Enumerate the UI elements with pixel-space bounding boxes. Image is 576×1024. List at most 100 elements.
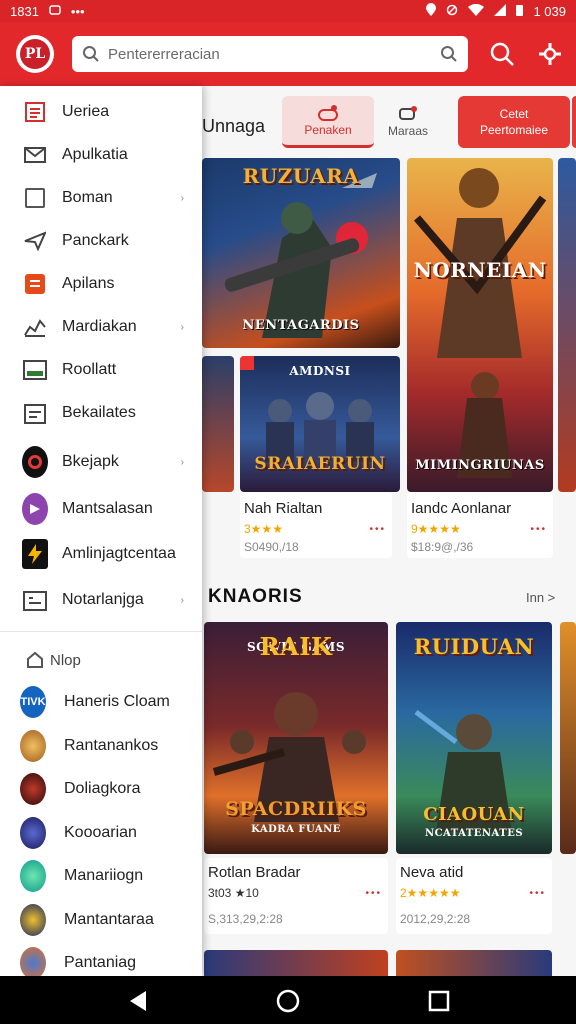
drawer-item[interactable]: Boman › — [0, 178, 202, 218]
gamepad-icon — [318, 104, 338, 121]
featured-card[interactable]: AMDNSI SRAIAERUIN — [240, 356, 400, 492]
game-tile[interactable]: Iandc Aonlanar 9★★★★ ••• $18:9@,/36 — [407, 492, 553, 558]
game-price: 2012,29,2:28 — [400, 912, 471, 926]
featured-title: AMDNSI — [289, 364, 351, 378]
drawer-app-label: Doliagkora — [64, 780, 141, 797]
drawer-app-item[interactable]: TIVK Haneris Cloam — [0, 682, 202, 722]
featured-card[interactable]: NORNEIAN MIMINGRIUNAS — [407, 158, 553, 492]
chevron-right-icon: › — [180, 594, 184, 606]
drawer-item[interactable]: Apilans — [0, 264, 202, 304]
back-icon[interactable] — [128, 990, 148, 1012]
tab-peertomaiee-line2: Peertomaiee — [479, 123, 549, 137]
mail-icon — [22, 142, 48, 168]
drawer-app-label: Pantaniag — [64, 954, 137, 971]
game-tile[interactable]: Nah Rialtan 3★★★ ••• S0490,/18 — [240, 492, 392, 558]
game-tile[interactable]: Rotlan Bradar 3t03 ★10 ••• S,313,29,2:28 — [204, 858, 388, 934]
game-price: $18:9@,/36 — [411, 540, 474, 554]
drawer-item[interactable]: Ueriea — [0, 92, 202, 132]
drawer-item[interactable]: Bkejapk › — [0, 442, 202, 482]
section-more-link[interactable]: Inn > — [526, 590, 555, 605]
settings-button[interactable] — [536, 40, 564, 68]
app-avatar — [20, 904, 46, 936]
vibrate-icon — [446, 4, 458, 19]
drawer-app-item[interactable]: Rantanankos — [0, 726, 202, 766]
tab-overflow[interactable] — [572, 96, 576, 148]
drawer-item[interactable]: Panckark — [0, 221, 202, 261]
drawer-item[interactable]: Amlinjagtcentaa — [0, 534, 202, 574]
featured-card-edge[interactable] — [558, 158, 576, 492]
game-art-sub: KADRA FUANE — [251, 824, 341, 835]
app-avatar-badge: TIVK — [20, 686, 46, 718]
game-art-title: RUIDUAN — [413, 634, 535, 659]
drawer-item[interactable]: Mantsalasan — [0, 489, 202, 529]
tab-maraas[interactable]: Maraas — [376, 96, 440, 148]
drawer-app-label: Rantanankos — [64, 737, 159, 754]
tab-peertomaiee[interactable]: Cetet Peertomaiee — [458, 96, 570, 148]
home-icon — [22, 647, 48, 673]
featured-card-partial[interactable] — [202, 356, 234, 492]
notification-icon — [49, 4, 61, 19]
search-icon — [83, 46, 99, 62]
tab-penaken-label: Penaken — [304, 122, 352, 137]
section-title: KNAORIS — [208, 586, 303, 607]
search-bar[interactable]: Pentererreracian — [72, 36, 468, 72]
app-avatar — [20, 730, 46, 762]
game-art-card-peek[interactable] — [204, 950, 388, 976]
drawer-app-item[interactable]: Pantaniag — [0, 943, 202, 976]
game-rating: 3t03 ★10 — [208, 886, 259, 900]
drawer-item-label: Notarlanjga — [62, 591, 144, 608]
drawer-section-label: Nlop — [50, 651, 81, 669]
app-bar: PL Pentererreracian — [0, 22, 576, 86]
game-name: Neva atid — [400, 864, 464, 881]
recents-icon[interactable] — [428, 990, 450, 1012]
more-dots-icon[interactable]: ••• — [530, 524, 547, 535]
game-art-card-peek[interactable] — [396, 950, 552, 976]
drawer-item-label: Roollatt — [62, 361, 117, 378]
system-nav-bar — [0, 976, 576, 1024]
drawer-app-label: Haneris Cloam — [64, 693, 170, 710]
apps-icon — [22, 271, 48, 297]
drawer-item[interactable]: Notarlanjga › — [0, 580, 202, 620]
game-tile[interactable]: Neva atid 2★★★★★ ••• 2012,29,2:28 — [396, 858, 552, 934]
featured-title: RUZUARA — [242, 164, 360, 188]
gear-icon — [539, 43, 561, 65]
more-dots-icon[interactable]: ••• — [369, 524, 386, 535]
game-art-card[interactable]: RUIDUAN CIAOUAN NCATATENATES — [396, 622, 552, 854]
game-price: S0490,/18 — [244, 540, 299, 554]
drawer-app-label: Mantantaraa — [64, 911, 154, 928]
drawer-item-label: Mardiakan — [62, 318, 137, 335]
game-art-card[interactable]: SOWIE GAMS RAIK SPACDRIIKS KADRA FUANE — [204, 622, 388, 854]
game-rating: 9★★★★ — [411, 522, 461, 536]
drawer-item[interactable]: Roollatt — [0, 350, 202, 390]
game-art-bottom: SPACDRIIKS — [225, 798, 367, 820]
chevron-right-icon: › — [180, 321, 184, 333]
drawer-app-item[interactable]: Koooarian — [0, 813, 202, 853]
tab-peertomaiee-line1: Cetet — [499, 107, 529, 121]
more-dots-icon[interactable]: ••• — [365, 888, 382, 899]
search-button[interactable] — [488, 40, 516, 68]
tab-penaken[interactable]: Penaken — [282, 96, 374, 148]
drawer-app-item[interactable]: Manariiogn — [0, 856, 202, 896]
drawer-item[interactable]: Mardiakan › — [0, 307, 202, 347]
search-submit-icon[interactable] — [440, 45, 458, 63]
home-button-icon[interactable] — [276, 989, 300, 1013]
app-logo[interactable]: PL — [16, 35, 54, 73]
drawer-item-label: Apulkatia — [62, 146, 128, 163]
drawer-item[interactable]: Bekailates — [0, 393, 202, 433]
drawer-app-item[interactable]: Mantantaraa — [0, 900, 202, 940]
chevron-right-icon: › — [180, 456, 184, 468]
wifi-icon — [468, 3, 485, 19]
game-rating: 3★★★ — [244, 522, 283, 536]
compass-icon — [22, 446, 48, 478]
more-dots-icon: ••• — [70, 3, 85, 19]
featured-subtitle: MIMINGRIUNAS — [415, 458, 545, 473]
drawer-item[interactable]: Apulkatia — [0, 135, 202, 175]
status-time-right: 1 039 — [533, 3, 566, 19]
image-icon — [22, 357, 48, 383]
featured-card[interactable]: RUZUARA NENTAGARDIS — [202, 158, 400, 348]
tab-maraas-label: Maraas — [387, 124, 428, 138]
drawer-app-item[interactable]: Doliagkora — [0, 769, 202, 809]
search-placeholder: Pentererreracian — [108, 45, 220, 63]
game-art-card-edge[interactable] — [560, 622, 576, 854]
more-dots-icon[interactable]: ••• — [529, 888, 546, 899]
